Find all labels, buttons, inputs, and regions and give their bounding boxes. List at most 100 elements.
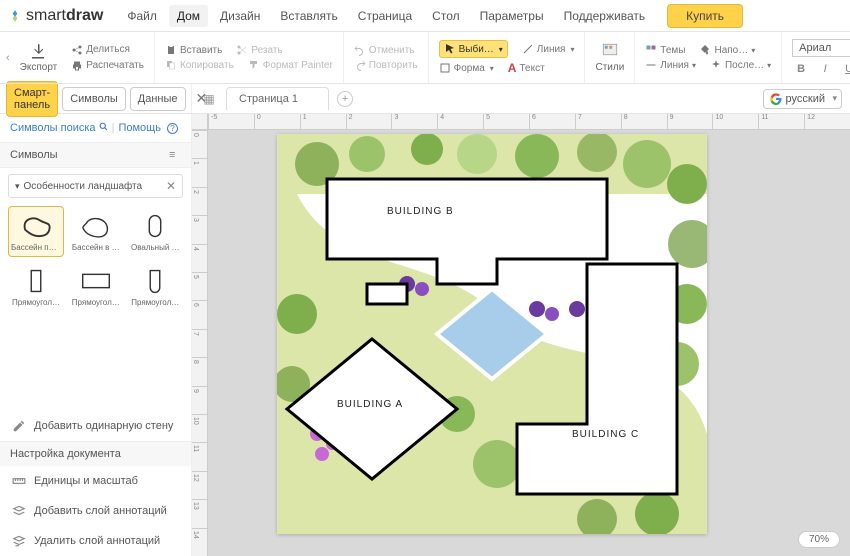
symbols-header: Символы ≡: [0, 142, 191, 168]
undo-icon: [354, 44, 366, 56]
building-b-label: BUILDING B: [387, 206, 454, 217]
ribbon-group-history: Отменить Повторить: [344, 32, 429, 83]
symbol-category-select[interactable]: ▾ Особенности ландшафта ✕: [8, 174, 183, 198]
font-family-select[interactable]: Ариал: [792, 39, 850, 57]
undo-button[interactable]: Отменить: [354, 44, 418, 56]
line-icon: [522, 43, 534, 55]
building-a-label: BUILDING A: [337, 399, 403, 410]
add-annotation-layer-button[interactable]: Добавить слой аннотаций: [0, 496, 191, 526]
left-panel-tabs: Смарт-панель Символы Данные ✕: [0, 84, 192, 113]
line-style-button[interactable]: Линия▾: [645, 59, 696, 71]
linestyle-icon: [645, 59, 657, 71]
fill-button[interactable]: Напо…▾: [699, 44, 755, 56]
layers-minus-icon: [12, 534, 26, 548]
underline-button[interactable]: U: [840, 61, 850, 77]
paste-icon: [165, 44, 177, 56]
select-tool-button[interactable]: Выби…▾: [439, 40, 508, 58]
menu-page[interactable]: Страница: [350, 5, 420, 27]
zoom-level[interactable]: 70%: [798, 531, 840, 548]
ribbon-toolbar: ‹ Экспорт Делиться Распечатать Вставить …: [0, 32, 850, 84]
italic-button[interactable]: I: [816, 61, 834, 77]
palette-icon: [601, 42, 619, 60]
shape-pool-freeform[interactable]: Бассейн пр…: [8, 206, 64, 257]
help-icon: ?: [167, 123, 178, 134]
ruler-icon: [12, 474, 26, 488]
ruler-corner: [192, 114, 208, 130]
line-tool-button[interactable]: Линия▾: [522, 43, 575, 55]
export-button[interactable]: Экспорт: [20, 42, 58, 73]
ribbon-group-font: Ариал 10 B I U x₂ x² A Ω: [782, 32, 850, 83]
document-tabs: ▦ Страница 1 + русский: [192, 84, 850, 113]
shape-pool-kidney[interactable]: Бассейн в …: [68, 206, 124, 257]
paste-button[interactable]: Вставить: [165, 44, 222, 56]
print-icon: [71, 60, 83, 72]
shape-tool-button[interactable]: Форма▾: [439, 62, 494, 74]
menu-options[interactable]: Параметры: [472, 5, 552, 27]
document-settings-header: Настройка документа: [0, 441, 191, 466]
download-icon: [29, 42, 47, 60]
share-icon: [71, 44, 83, 56]
share-button[interactable]: Делиться: [71, 44, 144, 56]
menu-home[interactable]: Дом: [169, 5, 208, 27]
cut-button[interactable]: Резать: [236, 44, 282, 56]
cursor-icon: [444, 43, 456, 55]
thumbnail-toggle[interactable]: ▦: [200, 92, 218, 106]
menu-insert[interactable]: Вставлять: [272, 5, 345, 27]
ribbon-group-theme: Темы Напо…▾ Линия▾ После…▾: [635, 32, 782, 83]
format-painter-button[interactable]: Формат Painter: [248, 59, 333, 71]
menu-support[interactable]: Поддерживать: [556, 5, 654, 27]
add-page-button[interactable]: +: [337, 91, 353, 107]
themes-button[interactable]: Темы: [645, 44, 685, 56]
tab-smartpanel[interactable]: Смарт-панель: [6, 81, 58, 117]
top-menu-bar: smartdraw Файл Дом Дизайн Вставлять Стра…: [0, 0, 850, 32]
print-button[interactable]: Распечатать: [71, 60, 144, 72]
menu-table[interactable]: Стол: [424, 5, 467, 27]
language-select[interactable]: русский: [763, 89, 842, 109]
building-c-label: BUILDING С: [572, 429, 639, 440]
symbols-menu-icon[interactable]: ≡: [169, 149, 181, 161]
tab-symbols[interactable]: Символы: [62, 87, 126, 111]
shapes-grid: Бассейн пр… Бассейн в … Овальный … Прямо…: [0, 204, 191, 314]
main-area: Символы поиска | Помощь ? Символы ≡ ▾ Ос…: [0, 114, 850, 556]
styles-button[interactable]: Стили: [595, 42, 624, 73]
copy-icon: [165, 59, 177, 71]
shape-oval[interactable]: Овальный …: [128, 206, 184, 257]
swatch-icon: [645, 44, 657, 56]
shape-rect-round[interactable]: Прямоугол…: [128, 261, 184, 312]
tab-data[interactable]: Данные: [130, 87, 186, 111]
sidebar-actions: Добавить одинарную стену Настройка докум…: [0, 411, 191, 556]
text-tool-button[interactable]: AТекст: [508, 61, 545, 75]
canvas-page[interactable]: BUILDING B BUILDING A BUILDING С: [277, 134, 707, 534]
menu-design[interactable]: Дизайн: [212, 5, 268, 27]
delete-annotation-layer-button[interactable]: Удалить слой аннотаций: [0, 526, 191, 556]
left-sidebar: Символы поиска | Помощь ? Символы ≡ ▾ Ос…: [0, 114, 192, 556]
copy-button[interactable]: Копировать: [165, 59, 234, 71]
logo-text-bold: draw: [66, 7, 103, 24]
canvas-area[interactable]: -50123456789101112 01234567891011121314: [192, 114, 850, 556]
bold-button[interactable]: B: [792, 61, 810, 77]
bucket-icon: [699, 44, 711, 56]
ribbon-group-file: Экспорт Делиться Распечатать: [10, 32, 155, 83]
redo-button[interactable]: Повторить: [354, 59, 418, 71]
menu-file[interactable]: Файл: [119, 5, 165, 27]
ribbon-group-styles: Стили: [585, 32, 635, 83]
shape-rect-2[interactable]: Прямоугол…: [68, 261, 124, 312]
units-scale-button[interactable]: Единицы и масштаб: [0, 466, 191, 496]
export-label: Экспорт: [20, 62, 58, 73]
search-symbols-link[interactable]: Символы поиска: [10, 122, 108, 134]
buy-button[interactable]: Купить: [667, 4, 743, 28]
site-plan-drawing: [277, 134, 707, 534]
google-icon: [770, 93, 782, 105]
brush-icon: [248, 59, 260, 71]
effects-button[interactable]: После…▾: [710, 59, 771, 71]
redo-icon: [354, 59, 366, 71]
page-tab-1[interactable]: Страница 1: [226, 87, 329, 110]
logo-icon: [8, 9, 22, 23]
shape-rect-1[interactable]: Прямоугол…: [8, 261, 64, 312]
tabs-row: Смарт-панель Символы Данные ✕ ▦ Страница…: [0, 84, 850, 114]
help-link[interactable]: Помощь: [118, 122, 161, 134]
add-wall-button[interactable]: Добавить одинарную стену: [0, 411, 191, 441]
close-category-icon[interactable]: ✕: [166, 179, 176, 193]
ribbon-group-tools: Выби…▾ Линия▾ Форма▾ AТекст: [429, 32, 586, 83]
sidebar-links: Символы поиска | Помощь ?: [0, 114, 191, 142]
